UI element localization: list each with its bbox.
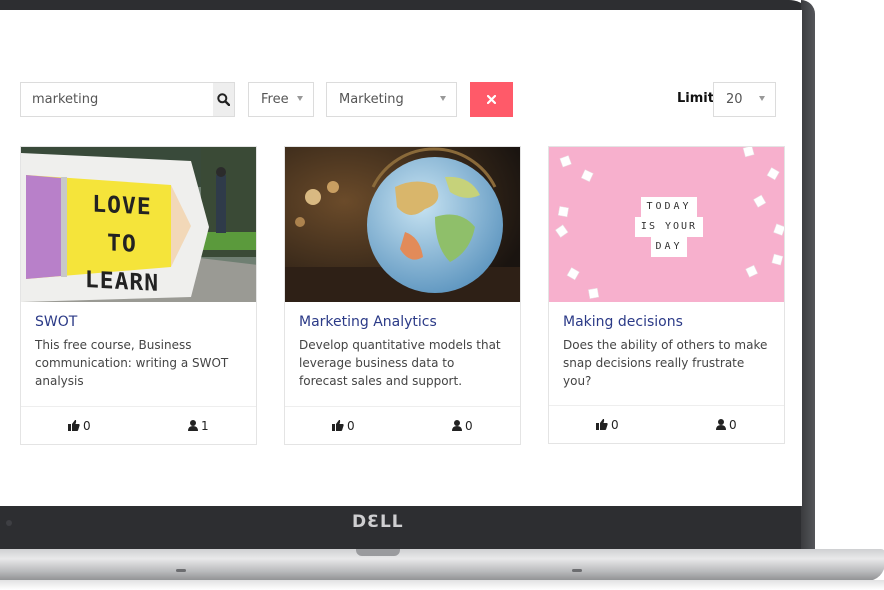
card-footer: 0 0 xyxy=(549,405,784,443)
clear-filters-button[interactable] xyxy=(470,82,513,117)
category-select[interactable]: Marketing xyxy=(326,82,457,117)
users-count: 0 xyxy=(465,418,473,433)
category-select-value: Marketing xyxy=(339,92,404,107)
course-card[interactable]: LOVE TO LEARN SWOT This free course, Bus… xyxy=(20,146,257,445)
chevron-down-icon xyxy=(759,96,765,101)
limit-label: Limit xyxy=(677,91,714,106)
laptop-foot xyxy=(176,569,186,572)
card-body: SWOT This free course, Business communic… xyxy=(21,302,256,390)
image-text-line: DAY xyxy=(651,237,687,257)
user-icon xyxy=(452,420,462,431)
brand-logo: DƐLL xyxy=(352,512,404,532)
likes-count: 0 xyxy=(611,417,619,432)
search-input[interactable] xyxy=(21,83,213,116)
search-button[interactable] xyxy=(213,83,234,116)
search-bar xyxy=(20,82,235,117)
card-footer: 0 1 xyxy=(21,406,256,444)
users-stat: 0 xyxy=(452,419,473,433)
card-title[interactable]: Making decisions xyxy=(563,314,770,330)
users-stat: 1 xyxy=(188,419,209,433)
search-icon xyxy=(217,93,230,106)
card-description: Does the ability of others to make snap … xyxy=(563,338,768,388)
card-body: Marketing Analytics Develop quantitative… xyxy=(285,302,520,390)
thumbs-up-icon xyxy=(596,419,608,430)
course-card[interactable]: Marketing Analytics Develop quantitative… xyxy=(284,146,521,445)
image-text-line: IS YOUR xyxy=(635,217,703,237)
users-count: 0 xyxy=(729,417,737,432)
course-image: LOVE TO LEARN xyxy=(21,147,256,302)
laptop-foot xyxy=(572,569,582,572)
image-text-line: TODAY xyxy=(641,197,697,217)
likes-count: 0 xyxy=(83,418,91,433)
course-card[interactable]: TODAY IS YOUR DAY Making decisions Does … xyxy=(548,146,785,444)
course-image-text: TODAY IS YOUR DAY xyxy=(635,197,703,257)
card-body: Making decisions Does the ability of oth… xyxy=(549,302,784,390)
price-select[interactable]: Free xyxy=(248,82,314,117)
chevron-down-icon xyxy=(440,96,446,101)
likes-stat: 0 xyxy=(332,419,355,433)
chevron-down-icon xyxy=(297,96,303,101)
course-image-art xyxy=(285,147,520,302)
screen: Free Marketing Limit 20 xyxy=(0,10,802,506)
course-image xyxy=(285,147,520,302)
card-description: Develop quantitative models that leverag… xyxy=(299,338,501,388)
laptop-notch xyxy=(356,549,400,556)
card-title[interactable]: Marketing Analytics xyxy=(299,314,506,330)
card-description: This free course, Business communication… xyxy=(35,338,229,388)
user-icon xyxy=(188,420,198,431)
close-icon xyxy=(487,95,496,104)
thumbs-up-icon xyxy=(332,420,344,431)
bezel-dot xyxy=(6,520,12,526)
card-footer: 0 0 xyxy=(285,406,520,444)
users-count: 1 xyxy=(201,418,209,433)
users-stat: 0 xyxy=(716,418,737,432)
likes-stat: 0 xyxy=(68,419,91,433)
price-select-value: Free xyxy=(261,92,289,107)
thumbs-up-icon xyxy=(68,420,80,431)
course-image-text: LOVE TO LEARN xyxy=(84,191,160,297)
limit-select[interactable]: 20 xyxy=(713,82,776,117)
limit-select-value: 20 xyxy=(726,92,743,107)
likes-stat: 0 xyxy=(596,418,619,432)
laptop-base xyxy=(0,549,884,581)
card-title[interactable]: SWOT xyxy=(35,314,242,330)
user-icon xyxy=(716,419,726,430)
course-image: TODAY IS YOUR DAY xyxy=(549,147,784,302)
likes-count: 0 xyxy=(347,418,355,433)
laptop-shadow xyxy=(0,580,884,590)
